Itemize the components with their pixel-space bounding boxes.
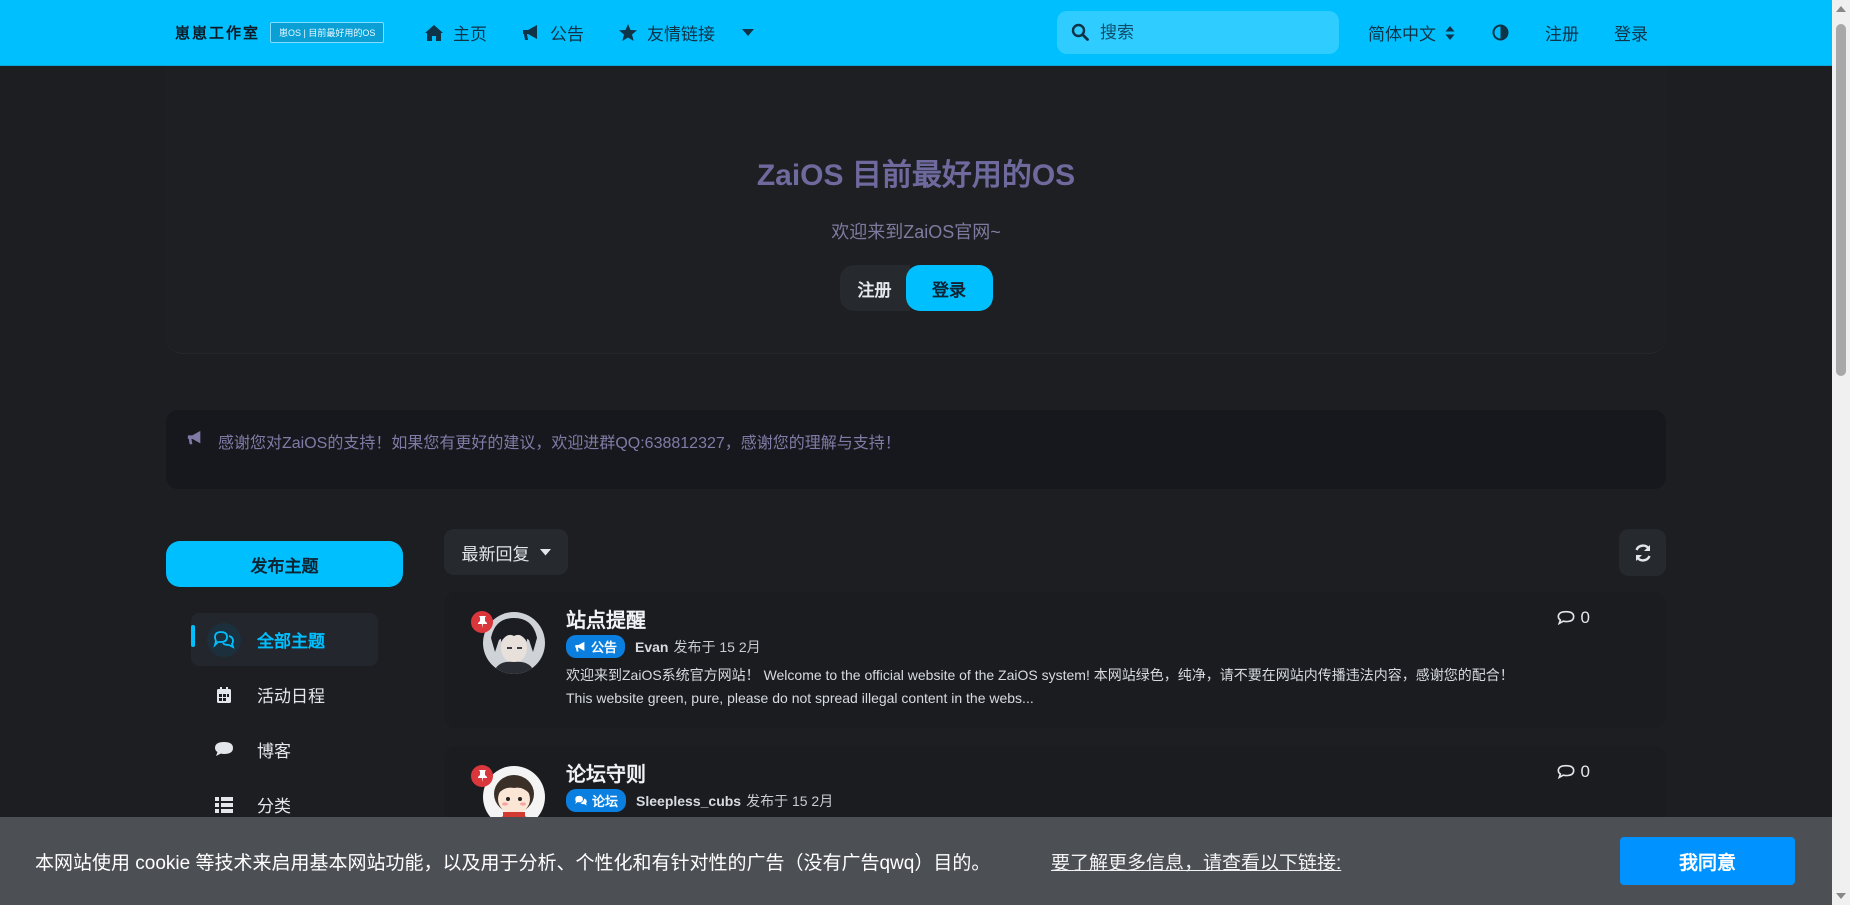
comment-icon [1557,610,1574,626]
refresh-button[interactable] [1619,529,1666,576]
sort-label: 最新回复 [461,544,530,564]
discussion-title[interactable]: 论坛守则 [566,758,646,787]
discussion-meta: 论坛 Sleepless_cubs 发布于 15 2月 [566,789,833,812]
tag-label: 公告 [591,640,618,655]
sidebar-item-blog[interactable]: 博客 [191,723,378,776]
caret-down-icon[interactable] [742,28,754,37]
scroll-down-arrow[interactable] [1836,893,1846,899]
pinned-icon [471,765,493,787]
comment-icon [207,733,241,767]
comment-icon [1557,764,1574,780]
tag-label: 论坛 [592,794,619,809]
author-name[interactable]: Evan [635,639,668,655]
announcement-banner: 感谢您对ZaiOS的支持！如果您有更好的建议，欢迎进群QQ:638812327，… [166,410,1666,489]
page-scrollbar[interactable] [1832,0,1850,905]
hero-section: ZaiOS 目前最好用的OS 欢迎来到ZaiOS官网~ 注册 登录 [166,66,1666,353]
hero-login-button[interactable]: 登录 [905,265,993,311]
tag-badge[interactable]: 论坛 [566,789,627,812]
author-name[interactable]: Sleepless_cubs [636,793,741,809]
scrollbar-thumb[interactable] [1836,24,1846,376]
header-register-link[interactable]: 注册 [1545,0,1579,65]
cookie-accept-button[interactable]: 我同意 [1620,837,1795,885]
header-bar: 崽崽工作室 崽OS | 目前最好用的OS 主页 公告 友情链接 简体中文 注册 … [0,0,1832,66]
discussion-excerpt: 欢迎来到ZaiOS系统官方网站！ Welcome to the official… [566,667,1514,706]
sidebar-item-label: 分类 [257,797,291,816]
calendar-icon [207,678,241,712]
search-input[interactable] [1098,21,1322,44]
nav-links-label: 友情链接 [647,25,715,44]
reply-count-value: 0 [1580,762,1590,781]
reply-count-value: 0 [1580,608,1590,627]
nav-announcements[interactable]: 公告 [521,20,584,45]
hero-buttons: 注册 登录 [166,265,1666,311]
language-label: 简体中文 [1368,25,1436,44]
bullhorn-icon [523,24,537,40]
search-icon [1071,23,1089,41]
comments-icon [207,622,241,657]
sidebar-item-calendar[interactable]: 活动日程 [191,668,378,721]
header-login-link[interactable]: 登录 [1614,0,1648,65]
star-icon [619,24,637,41]
nav-announcements-label: 公告 [550,25,584,44]
comments-icon [575,795,587,805]
home-icon [425,24,443,41]
caret-down-icon [539,548,551,555]
reply-count: 0 [1557,762,1590,782]
sidebar-item-all-discussions[interactable]: 全部主题 [191,613,378,666]
scroll-up-arrow[interactable] [1836,6,1846,12]
main-nav: 主页 公告 友情链接 [424,0,754,65]
discussion-meta: 公告 Evan 发布于 15 2月 [566,635,761,658]
logo-tagline: 崽OS | 目前最好用的OS [270,22,385,43]
posted-time: 发布于 15 2月 [746,792,834,809]
cookie-consent-bar: 本网站使用 cookie 等技术来启用基本网站功能，以及用于分析、个性化和有针对… [0,817,1832,905]
site-logo[interactable]: 崽崽工作室 崽OS | 目前最好用的OS [175,22,385,43]
hero-subtitle: 欢迎来到ZaiOS官网~ [831,222,1001,242]
announcement-text: 感谢您对ZaiOS的支持！如果您有更好的建议，欢迎进群QQ:638812327，… [218,435,901,452]
posted-time: 发布于 15 2月 [673,638,761,655]
sort-icon [1445,25,1455,40]
hero-register-button[interactable]: 注册 [839,265,910,311]
hero-title: ZaiOS 目前最好用的OS [756,159,1076,192]
sidebar-item-label: 活动日程 [257,687,325,706]
start-discussion-button[interactable]: 发布主题 [166,541,403,587]
tag-badge[interactable]: 公告 [566,635,626,658]
pinned-icon [471,611,493,633]
reply-count: 0 [1557,608,1590,628]
bullhorn-icon [575,641,585,652]
sort-dropdown[interactable]: 最新回复 [444,529,568,575]
cookie-learn-more-link[interactable]: 要了解更多信息，请查看以下链接: [1051,848,1341,875]
logo-text: 崽崽工作室 [175,24,261,42]
discussion-title[interactable]: 站点提醒 [566,604,646,633]
header-login-label: 登录 [1614,25,1648,44]
nav-links[interactable]: 友情链接 [618,20,754,45]
language-selector[interactable]: 简体中文 [1368,0,1455,65]
theme-toggle[interactable] [1492,0,1509,65]
nav-home-label: 主页 [453,25,487,44]
sidebar-nav: 全部主题 活动日程 博客 分类 [191,613,378,833]
sidebar-item-label: 博客 [257,742,291,761]
cookie-message: 本网站使用 cookie 等技术来启用基本网站功能，以及用于分析、个性化和有针对… [35,853,991,874]
bullhorn-icon [187,430,201,445]
header-register-label: 注册 [1545,25,1579,44]
discussion-item[interactable]: 站点提醒 公告 Evan 发布于 15 2月 欢迎来到ZaiOS系统官方网站！ … [444,592,1666,728]
contrast-icon [1492,24,1509,41]
refresh-icon [1634,543,1651,562]
nav-home[interactable]: 主页 [424,20,487,45]
sidebar-item-label: 全部主题 [257,632,325,651]
search-box[interactable] [1057,11,1339,54]
